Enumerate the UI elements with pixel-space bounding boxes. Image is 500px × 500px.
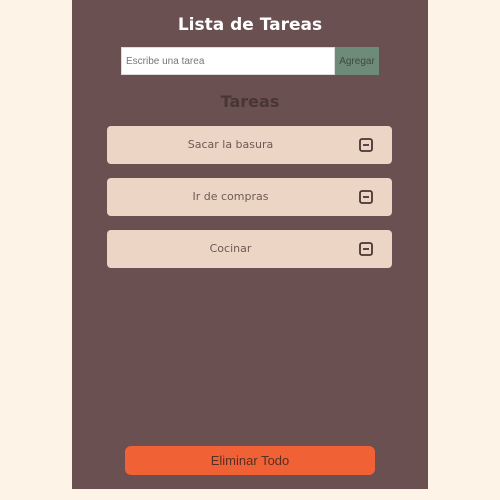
task-text: Ir de compras	[192, 190, 269, 203]
tasks-heading: Tareas	[220, 92, 280, 111]
todo-app-panel: Lista de Tareas Agregar Tareas Sacar la …	[72, 0, 428, 489]
task-text: Cocinar	[209, 242, 252, 255]
task-input[interactable]	[121, 47, 335, 75]
clear-all-button[interactable]: Eliminar Todo	[125, 446, 375, 475]
task-item: Cocinar	[107, 230, 392, 268]
app-title: Lista de Tareas	[177, 15, 323, 35]
task-list: Sacar la basura Ir de compras Cocinar	[107, 126, 392, 282]
task-item: Ir de compras	[107, 178, 392, 216]
delete-task-button[interactable]	[359, 138, 373, 152]
add-task-button[interactable]: Agregar	[335, 47, 379, 75]
delete-task-button[interactable]	[359, 242, 373, 256]
delete-task-button[interactable]	[359, 190, 373, 204]
minus-square-icon	[359, 190, 373, 204]
add-task-form: Agregar	[121, 47, 379, 75]
task-item: Sacar la basura	[107, 126, 392, 164]
minus-square-icon	[359, 242, 373, 256]
minus-square-icon	[359, 138, 373, 152]
task-text: Sacar la basura	[187, 138, 274, 151]
